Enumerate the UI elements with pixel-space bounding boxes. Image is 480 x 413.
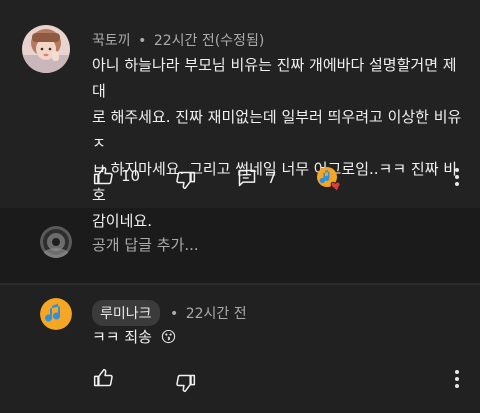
meta-separator: • (138, 33, 147, 49)
my-avatar[interactable] (40, 226, 72, 258)
thumbs-down-icon (176, 374, 196, 393)
comment-time[interactable]: 22시간 전(수정됨) (154, 33, 264, 49)
reply-count: 7 (267, 169, 277, 187)
reply-dislike-button[interactable] (176, 373, 196, 393)
comment-icon (238, 169, 256, 187)
menu-dot (455, 384, 459, 388)
reply-time[interactable]: 22시간 전 (186, 306, 247, 322)
menu-dot (455, 168, 459, 172)
thumbs-up-icon (93, 368, 113, 387)
music-note-icon (40, 298, 72, 330)
comment-text: 아니 하늘나라 부모님 비유는 진짜 개에바다 설명할거면 제대 로 해주세요.… (92, 52, 462, 234)
meta-separator: • (169, 306, 179, 322)
comment-text-line: 감이네요. (92, 212, 152, 230)
my-avatar-image (40, 226, 72, 258)
creator-heart (316, 166, 344, 192)
reply-text-content: ㅋㅋ 죄송 (92, 328, 152, 346)
comment-text-line: 아니 하늘나라 부모님 비유는 진짜 개에바다 설명할거면 제대 (92, 56, 457, 100)
reply-like-button[interactable] (93, 368, 113, 388)
comment-meta: 꾹토끼 • 22시간 전(수정됨) (92, 30, 264, 50)
like-button[interactable]: 10 (93, 166, 140, 186)
comment-author[interactable]: 꾹토끼 (92, 33, 131, 49)
thumbs-up-icon (93, 166, 113, 185)
creator-heart-icon (317, 167, 341, 192)
replier-avatar[interactable] (40, 298, 72, 330)
menu-dot (455, 377, 459, 381)
reply-meta: 루미나크 • 22시간 전 (92, 300, 247, 326)
more-vert-icon[interactable] (454, 168, 460, 189)
reply-text: ㅋㅋ 죄송 😗 (92, 324, 176, 350)
kissing-face-emoji: 😗 (160, 328, 177, 346)
menu-dot (455, 175, 459, 179)
comment-text-line: 로 해주세요. 진짜 재미없는데 일부러 띄우려고 이상한 비유 ㅈ (92, 108, 462, 152)
comment-text-line: ㅂ 하지마세요. 그리고 썸네일 너무 어그로임..ㅋㅋ 진짜 비호 (92, 160, 458, 204)
reply-more-vert-icon[interactable] (454, 370, 460, 391)
dislike-button[interactable] (176, 170, 196, 190)
commenter-avatar-image (22, 25, 70, 73)
like-count: 10 (121, 167, 141, 185)
thumbs-down-icon (176, 171, 196, 190)
menu-dot (455, 182, 459, 186)
reply-author-chip[interactable]: 루미나크 (92, 300, 160, 326)
reply-input[interactable]: 공개 답글 추가... (92, 234, 452, 255)
replies-button[interactable]: 7 (237, 168, 277, 188)
menu-dot (455, 370, 459, 374)
commenter-avatar[interactable] (22, 25, 70, 73)
